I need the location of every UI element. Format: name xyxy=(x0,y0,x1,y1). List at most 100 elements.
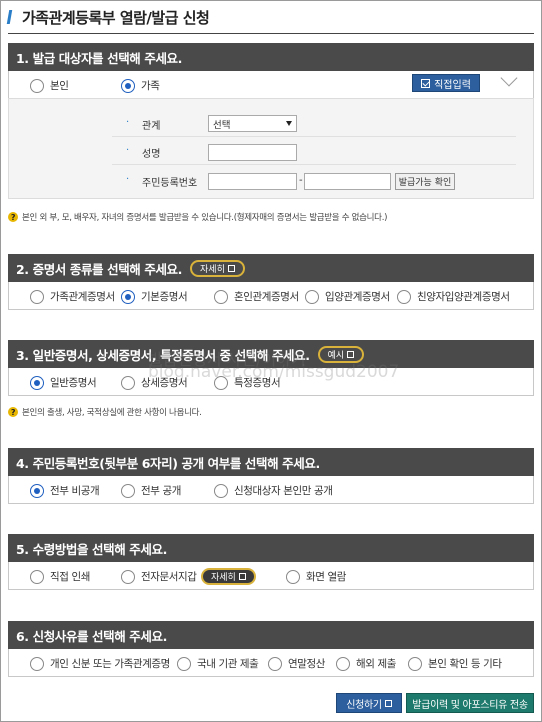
section3-example-button[interactable]: 예시 xyxy=(317,345,365,363)
section5-heading-text: 5. 수령방법을 선택해 주세요. xyxy=(16,541,167,557)
option-identity[interactable]: 개인 신분 또는 가족관계증명 xyxy=(30,656,170,671)
section1-heading-text: 1. 발급 대상자를 선택해 주세요. xyxy=(16,50,183,66)
title-marker-icon xyxy=(6,10,18,24)
radio-marriage-cert[interactable] xyxy=(214,289,228,304)
option-overseas[interactable]: 해외 제출 xyxy=(336,656,396,671)
history-apostille-label: 발급이력 및 아포스티유 전송 xyxy=(412,699,528,711)
option-self-only-public[interactable]: 신청대상자 본인만 공개 xyxy=(214,483,333,498)
section2-detail-label: 자세히 xyxy=(200,264,225,275)
rrn-dash: - xyxy=(299,175,303,186)
direct-input-button[interactable]: 직접입력 xyxy=(412,74,480,92)
bullet-icon: · xyxy=(126,145,130,156)
external-link-icon xyxy=(238,573,246,580)
option-all-public[interactable]: 전부 공개 xyxy=(121,483,181,498)
rrn-back-input[interactable] xyxy=(304,173,391,190)
radio-self[interactable] xyxy=(30,78,44,93)
radio-adoption-cert[interactable] xyxy=(305,289,319,304)
option-e-wallet-label: 전자문서지갑 xyxy=(141,571,197,583)
section2-detail-button[interactable]: 자세히 xyxy=(190,259,245,277)
option-tax[interactable]: 연말정산 xyxy=(268,656,325,671)
radio-other[interactable] xyxy=(408,656,422,671)
form-row-relation: · 관계 xyxy=(112,111,516,137)
section5-heading: 5. 수령방법을 선택해 주세요. xyxy=(8,534,534,562)
option-tax-label: 연말정산 xyxy=(288,658,326,670)
option-screen-view-label: 화면 열람 xyxy=(306,571,346,583)
radio-tax[interactable] xyxy=(268,656,282,671)
option-all-public-label: 전부 공개 xyxy=(141,485,181,497)
option-all-hidden[interactable]: 전부 비공개 xyxy=(30,483,100,498)
option-family[interactable]: 가족 xyxy=(121,78,160,93)
option-domestic[interactable]: 국내 기관 제출 xyxy=(177,656,259,671)
radio-domestic[interactable] xyxy=(177,656,191,671)
section3-note-text: 본인의 출생, 사망, 국적상실에 관한 사항이 나옵니다. xyxy=(22,408,202,418)
radio-identity[interactable] xyxy=(30,656,44,671)
check-eligibility-label: 발급가능 확인 xyxy=(398,178,452,188)
name-label: 성명 xyxy=(142,149,161,160)
option-full-adoption-cert[interactable]: 친양자입양관계증명서 xyxy=(397,289,510,304)
direct-input-label: 직접입력 xyxy=(434,79,471,91)
option-all-hidden-label: 전부 비공개 xyxy=(50,485,100,497)
radio-e-wallet[interactable] xyxy=(121,569,135,584)
external-link-icon xyxy=(384,699,392,707)
option-print-label: 직접 인쇄 xyxy=(50,571,90,583)
option-self-label: 본인 xyxy=(50,80,69,92)
bullet-icon: · xyxy=(126,117,130,128)
apply-button[interactable]: 신청하기 xyxy=(336,693,402,713)
section4-heading: 4. 주민등록번호(뒷부분 6자리) 공개 여부를 선택해 주세요. xyxy=(8,448,534,476)
option-screen-view[interactable]: 화면 열람 xyxy=(286,569,346,584)
option-e-wallet[interactable]: 전자문서지갑 xyxy=(121,569,197,584)
section1-note: ? 본인 외 부, 모, 배우자, 자녀의 증명서를 발급받을 수 있습니다.(… xyxy=(8,211,387,223)
history-apostille-button[interactable]: 발급이력 및 아포스티유 전송 xyxy=(406,693,534,713)
radio-overseas[interactable] xyxy=(336,656,350,671)
external-link-icon xyxy=(227,264,235,272)
section4-heading-text: 4. 주민등록번호(뒷부분 6자리) 공개 여부를 선택해 주세요. xyxy=(16,455,320,471)
radio-self-only-public[interactable] xyxy=(214,483,228,498)
rrn-front-input[interactable] xyxy=(208,173,297,190)
form-row-name: · 성명 xyxy=(112,139,516,165)
section6-heading: 6. 신청사유를 선택해 주세요. xyxy=(8,621,534,649)
option-family-cert[interactable]: 가족관계증명서 xyxy=(30,289,115,304)
bullet-icon: · xyxy=(126,174,130,185)
option-general-cert-label: 일반증명서 xyxy=(50,377,97,389)
name-input[interactable] xyxy=(208,144,297,161)
section1-note-text: 본인 외 부, 모, 배우자, 자녀의 증명서를 발급받을 수 있습니다.(형제… xyxy=(22,213,388,223)
relation-select[interactable]: 선택 xyxy=(208,115,297,132)
radio-general-cert[interactable] xyxy=(30,375,44,390)
option-domestic-label: 국내 기관 제출 xyxy=(197,658,259,670)
option-print[interactable]: 직접 인쇄 xyxy=(30,569,90,584)
option-adoption-cert-label: 입양관계증명서 xyxy=(325,291,390,303)
option-self-only-public-label: 신청대상자 본인만 공개 xyxy=(234,485,333,497)
section5-detail-label: 자세히 xyxy=(211,573,236,583)
radio-all-public[interactable] xyxy=(121,483,135,498)
option-basic-cert[interactable]: 기본증명서 xyxy=(121,289,188,304)
radio-family-cert[interactable] xyxy=(30,289,44,304)
dropdown-arrow-icon xyxy=(286,121,292,126)
option-self[interactable]: 본인 xyxy=(30,78,69,93)
option-full-adoption-cert-label: 친양자입양관계증명서 xyxy=(417,291,510,303)
option-identity-label: 개인 신분 또는 가족관계증명 xyxy=(50,658,170,670)
question-icon: ? xyxy=(8,212,18,222)
radio-basic-cert[interactable] xyxy=(121,289,135,304)
option-other[interactable]: 본인 확인 등 기타 xyxy=(408,656,502,671)
option-adoption-cert[interactable]: 입양관계증명서 xyxy=(305,289,390,304)
watermark-line2: blog.naver.com/missgud2007 xyxy=(148,362,400,382)
option-general-cert[interactable]: 일반증명서 xyxy=(30,375,97,390)
question-icon: ? xyxy=(8,407,18,417)
option-basic-cert-label: 기본증명서 xyxy=(141,291,188,303)
radio-family[interactable] xyxy=(121,78,135,93)
section2-heading: 2. 증명서 종류를 선택해 주세요. 자세히 xyxy=(8,254,534,282)
radio-full-adoption-cert[interactable] xyxy=(397,289,411,304)
option-marriage-cert[interactable]: 혼인관계증명서 xyxy=(214,289,299,304)
radio-print[interactable] xyxy=(30,569,44,584)
relation-label: 관계 xyxy=(142,121,161,132)
radio-detailed-cert[interactable] xyxy=(121,375,135,390)
section3-example-label: 예시 xyxy=(327,350,345,361)
radio-all-hidden[interactable] xyxy=(30,483,44,498)
section6-heading-text: 6. 신청사유를 선택해 주세요. xyxy=(16,628,167,644)
section5-detail-button[interactable]: 자세히 xyxy=(201,568,256,585)
section1-heading: 1. 발급 대상자를 선택해 주세요. xyxy=(8,43,534,71)
external-link-icon xyxy=(347,350,355,358)
check-eligibility-button[interactable]: 발급가능 확인 xyxy=(395,173,455,190)
radio-screen-view[interactable] xyxy=(286,569,300,584)
rrn-label: 주민등록번호 xyxy=(142,178,198,189)
